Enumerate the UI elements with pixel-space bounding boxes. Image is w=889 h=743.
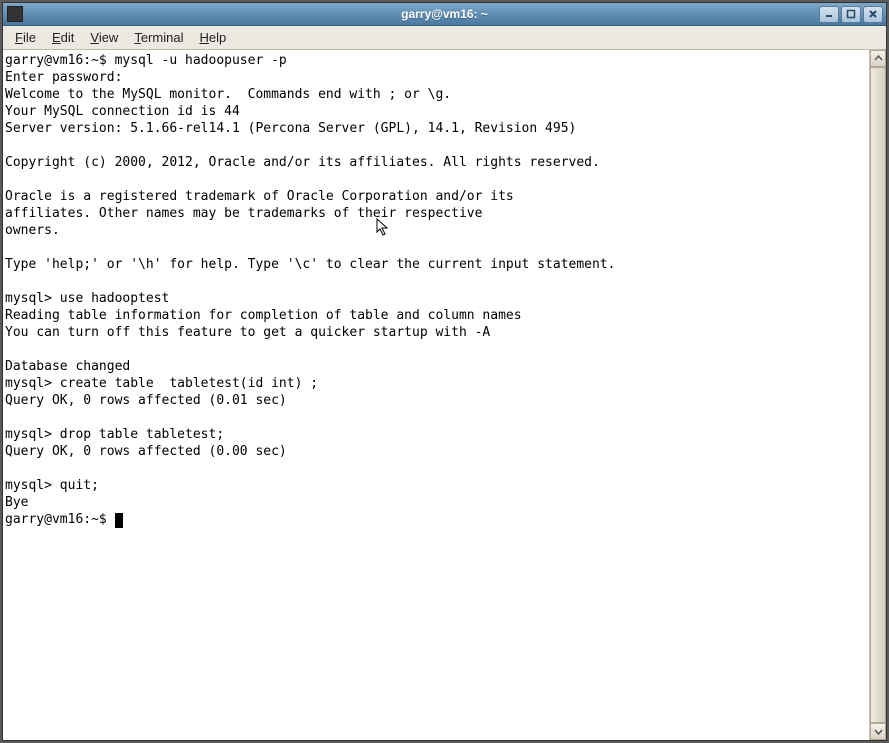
chevron-down-icon: [874, 727, 883, 736]
chevron-up-icon: [874, 54, 883, 63]
menubar: File Edit View Terminal Help: [3, 26, 886, 50]
minimize-button[interactable]: [819, 6, 839, 23]
menu-terminal[interactable]: Terminal: [126, 28, 191, 47]
titlebar[interactable]: garry@vm16: ~: [3, 3, 886, 26]
maximize-icon: [846, 9, 856, 19]
window-title: garry@vm16: ~: [401, 7, 488, 21]
menu-help[interactable]: Help: [191, 28, 234, 47]
cursor-icon: [115, 513, 123, 528]
terminal-output: garry@vm16:~$ mysql -u hadoopuser -p Ent…: [5, 53, 615, 510]
terminal-window: garry@vm16: ~ File Edit View Terminal He…: [2, 2, 887, 741]
app-icon: [7, 6, 23, 22]
scroll-thumb[interactable]: [870, 67, 886, 723]
window-controls: [819, 6, 883, 23]
scroll-down-button[interactable]: [870, 723, 886, 740]
terminal-area: garry@vm16:~$ mysql -u hadoopuser -p Ent…: [3, 50, 886, 740]
close-icon: [868, 9, 878, 19]
maximize-button[interactable]: [841, 6, 861, 23]
menu-view[interactable]: View: [82, 28, 126, 47]
scrollbar: [869, 50, 886, 740]
scroll-up-button[interactable]: [870, 50, 886, 67]
close-button[interactable]: [863, 6, 883, 23]
menu-file[interactable]: File: [7, 28, 44, 47]
minimize-icon: [824, 9, 834, 19]
menu-edit[interactable]: Edit: [44, 28, 82, 47]
scroll-track[interactable]: [870, 67, 886, 723]
prompt: garry@vm16:~$: [5, 512, 115, 527]
terminal-content[interactable]: garry@vm16:~$ mysql -u hadoopuser -p Ent…: [3, 50, 869, 740]
